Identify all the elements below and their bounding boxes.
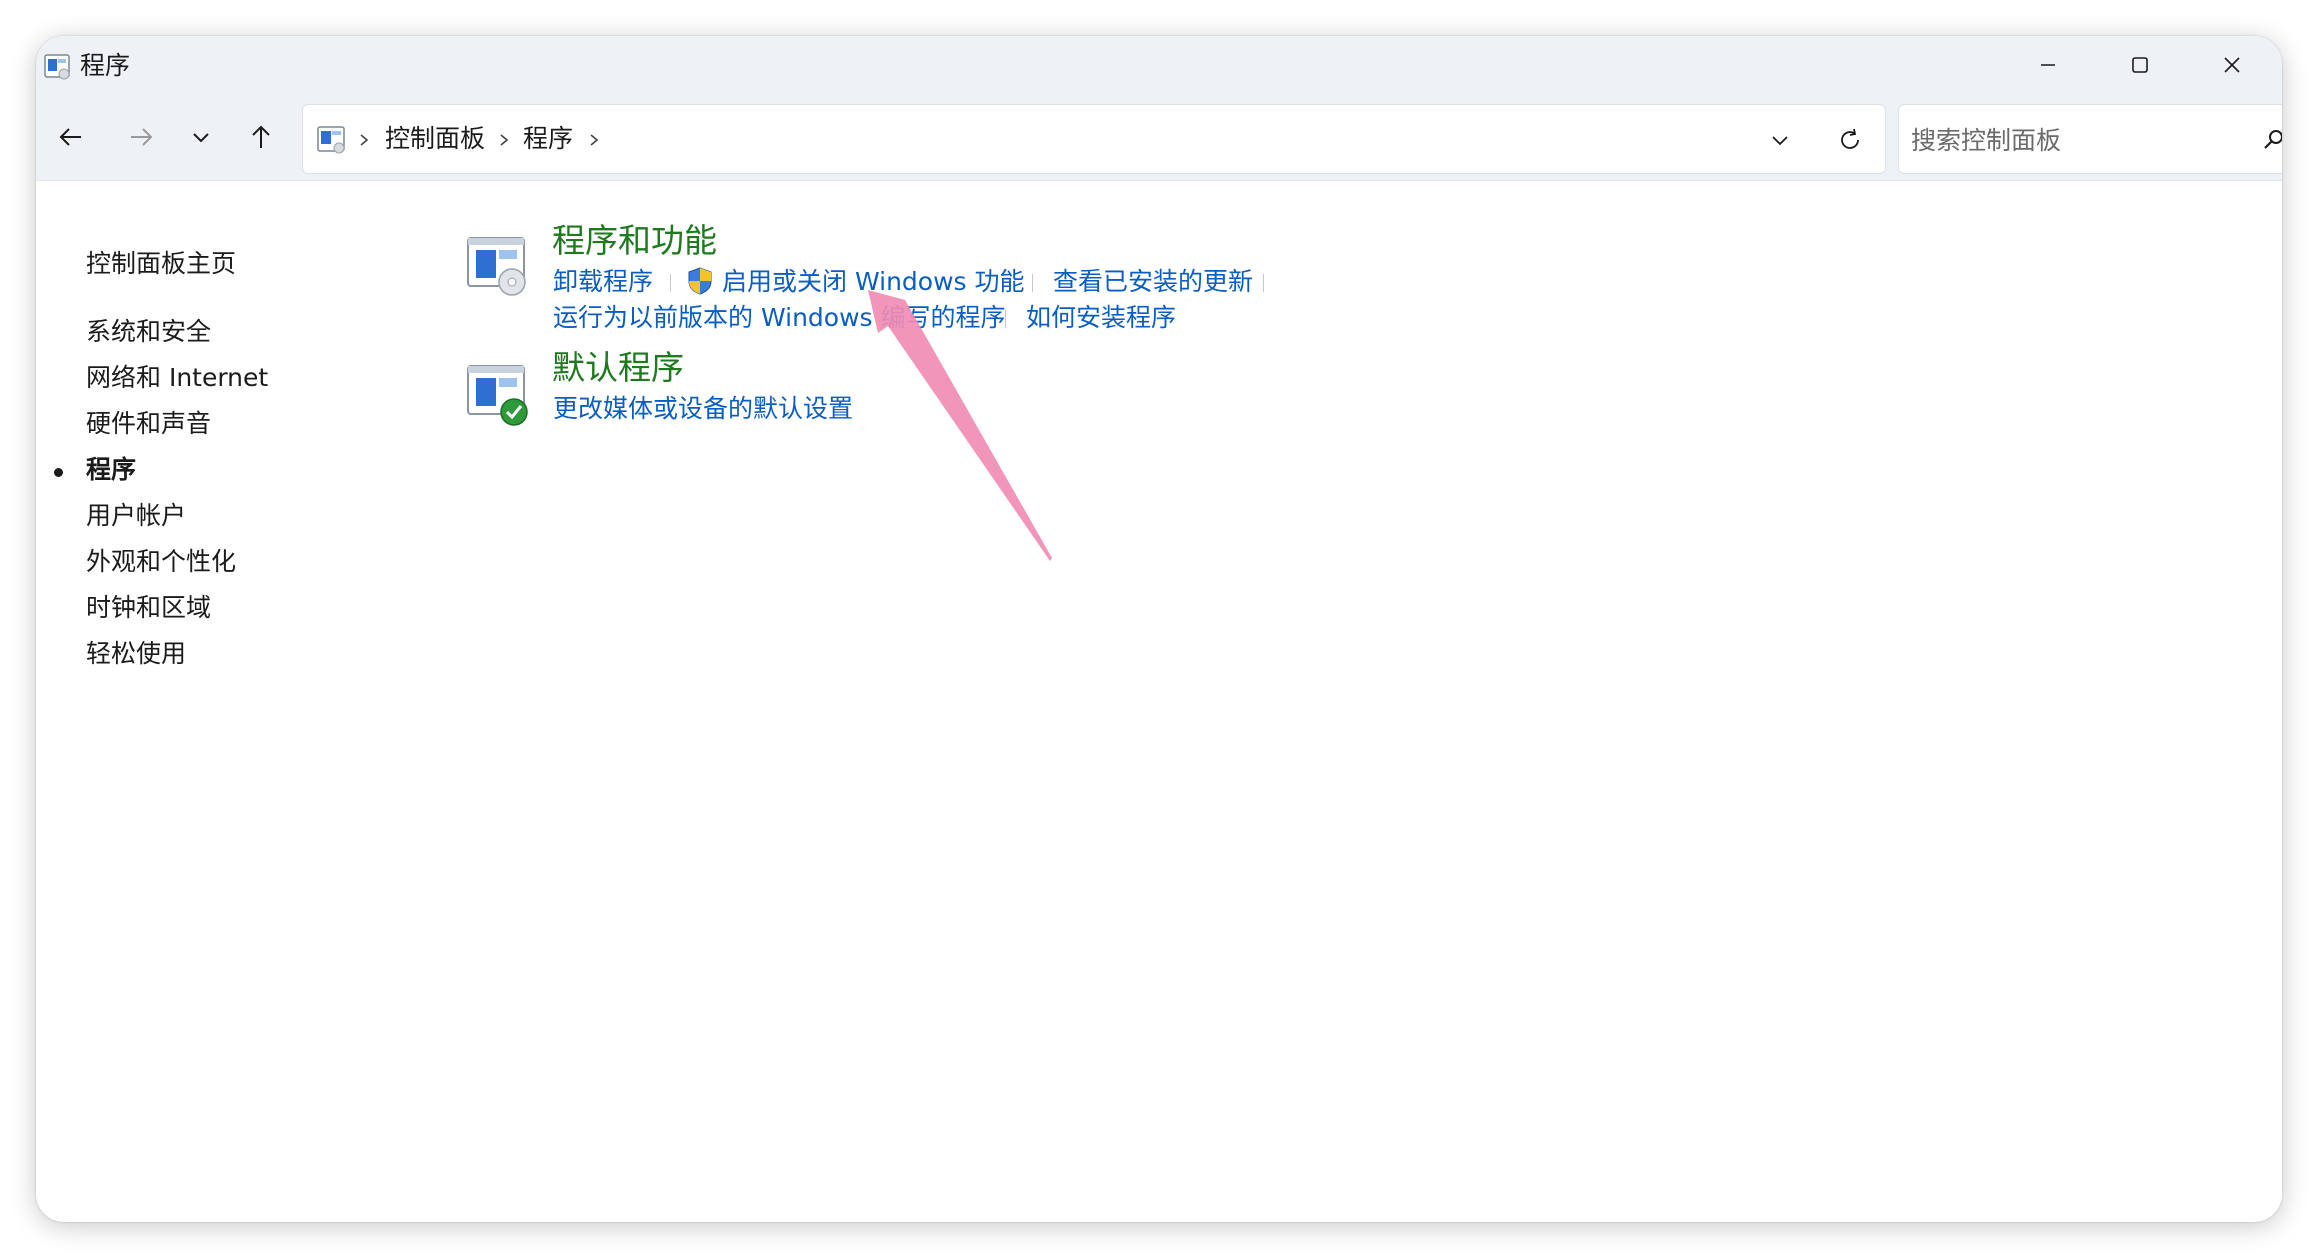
refresh-button[interactable] [1827, 119, 1873, 161]
sidebar-item-clock-region[interactable]: 时钟和区域 [86, 590, 211, 626]
maximize-icon [2132, 57, 2148, 73]
link-how-to-install[interactable]: 如何安装程序 [1026, 301, 1176, 335]
search-icon[interactable] [2259, 125, 2282, 155]
close-icon [2224, 57, 2240, 73]
control-panel-icon [44, 54, 70, 80]
close-button[interactable] [2186, 36, 2278, 94]
minimize-button[interactable] [2002, 36, 2094, 94]
control-panel-window: 程序 控制面板 程序 搜索控制面板 控制面板主页 系统和安全 网络和 Inter… [36, 36, 2282, 1222]
link-separator [1263, 274, 1264, 292]
recent-locations-button[interactable] [176, 114, 226, 160]
sidebar-item-system-security[interactable]: 系统和安全 [86, 314, 211, 350]
forward-button[interactable] [116, 114, 166, 160]
category-title-programs-features[interactable]: 程序和功能 [552, 219, 717, 263]
breadcrumb-separator-icon [587, 125, 601, 155]
sidebar-home-link[interactable]: 控制面板主页 [86, 246, 236, 282]
minimize-icon [2041, 64, 2055, 66]
address-history-dropdown[interactable] [1757, 119, 1803, 161]
search-input[interactable] [1909, 119, 2233, 161]
chevron-down-icon [1772, 136, 1788, 146]
window-title: 程序 [80, 51, 131, 80]
arrow-left-icon [59, 128, 81, 146]
active-indicator-dot [54, 468, 63, 477]
breadcrumb-separator-icon [357, 125, 371, 155]
default-programs-icon[interactable] [464, 360, 532, 428]
breadcrumb-separator-icon [497, 125, 511, 155]
link-run-older-programs[interactable]: 运行为以前版本的 Windows 编写的程序 [553, 301, 1006, 335]
refresh-icon [1841, 128, 1859, 149]
link-separator [1005, 310, 1006, 328]
arrow-right-icon [131, 128, 153, 146]
back-button[interactable] [46, 114, 96, 160]
link-uninstall-program[interactable]: 卸载程序 [553, 265, 653, 299]
sidebar-item-network-internet[interactable]: 网络和 Internet [86, 360, 268, 396]
sidebar-item-appearance[interactable]: 外观和个性化 [86, 544, 236, 580]
link-view-installed-updates[interactable]: 查看已安装的更新 [1053, 265, 1253, 299]
category-title-default-programs[interactable]: 默认程序 [552, 346, 684, 390]
link-separator [670, 274, 671, 292]
screenshot-stage: 程序 控制面板 程序 搜索控制面板 控制面板主页 系统和安全 网络和 Inter… [0, 0, 2320, 1258]
sidebar-item-user-accounts[interactable]: 用户帐户 [86, 498, 186, 534]
sidebar-item-ease-of-access[interactable]: 轻松使用 [86, 636, 186, 672]
breadcrumb-item-programs[interactable]: 程序 [523, 121, 573, 157]
programs-features-icon[interactable] [464, 232, 532, 300]
search-box[interactable] [1898, 104, 2282, 174]
up-button[interactable] [236, 114, 286, 160]
link-separator [1032, 274, 1033, 292]
sidebar-item-hardware-sound[interactable]: 硬件和声音 [86, 406, 211, 442]
address-bar[interactable]: 控制面板 程序 [302, 104, 1886, 174]
breadcrumb-item-control-panel[interactable]: 控制面板 [385, 121, 485, 157]
navigation-toolbar: 控制面板 程序 [36, 94, 2282, 181]
uac-shield-icon [688, 267, 712, 295]
link-turn-windows-features[interactable]: 启用或关闭 Windows 功能 [722, 265, 1025, 299]
title-bar[interactable]: 程序 [36, 36, 2282, 94]
maximize-button[interactable] [2094, 36, 2186, 94]
sidebar-item-programs[interactable]: 程序 [86, 452, 136, 488]
chevron-down-icon [193, 133, 209, 143]
link-change-media-defaults[interactable]: 更改媒体或设备的默认设置 [553, 392, 853, 426]
control-panel-icon [317, 126, 345, 154]
arrow-up-icon [252, 125, 270, 148]
